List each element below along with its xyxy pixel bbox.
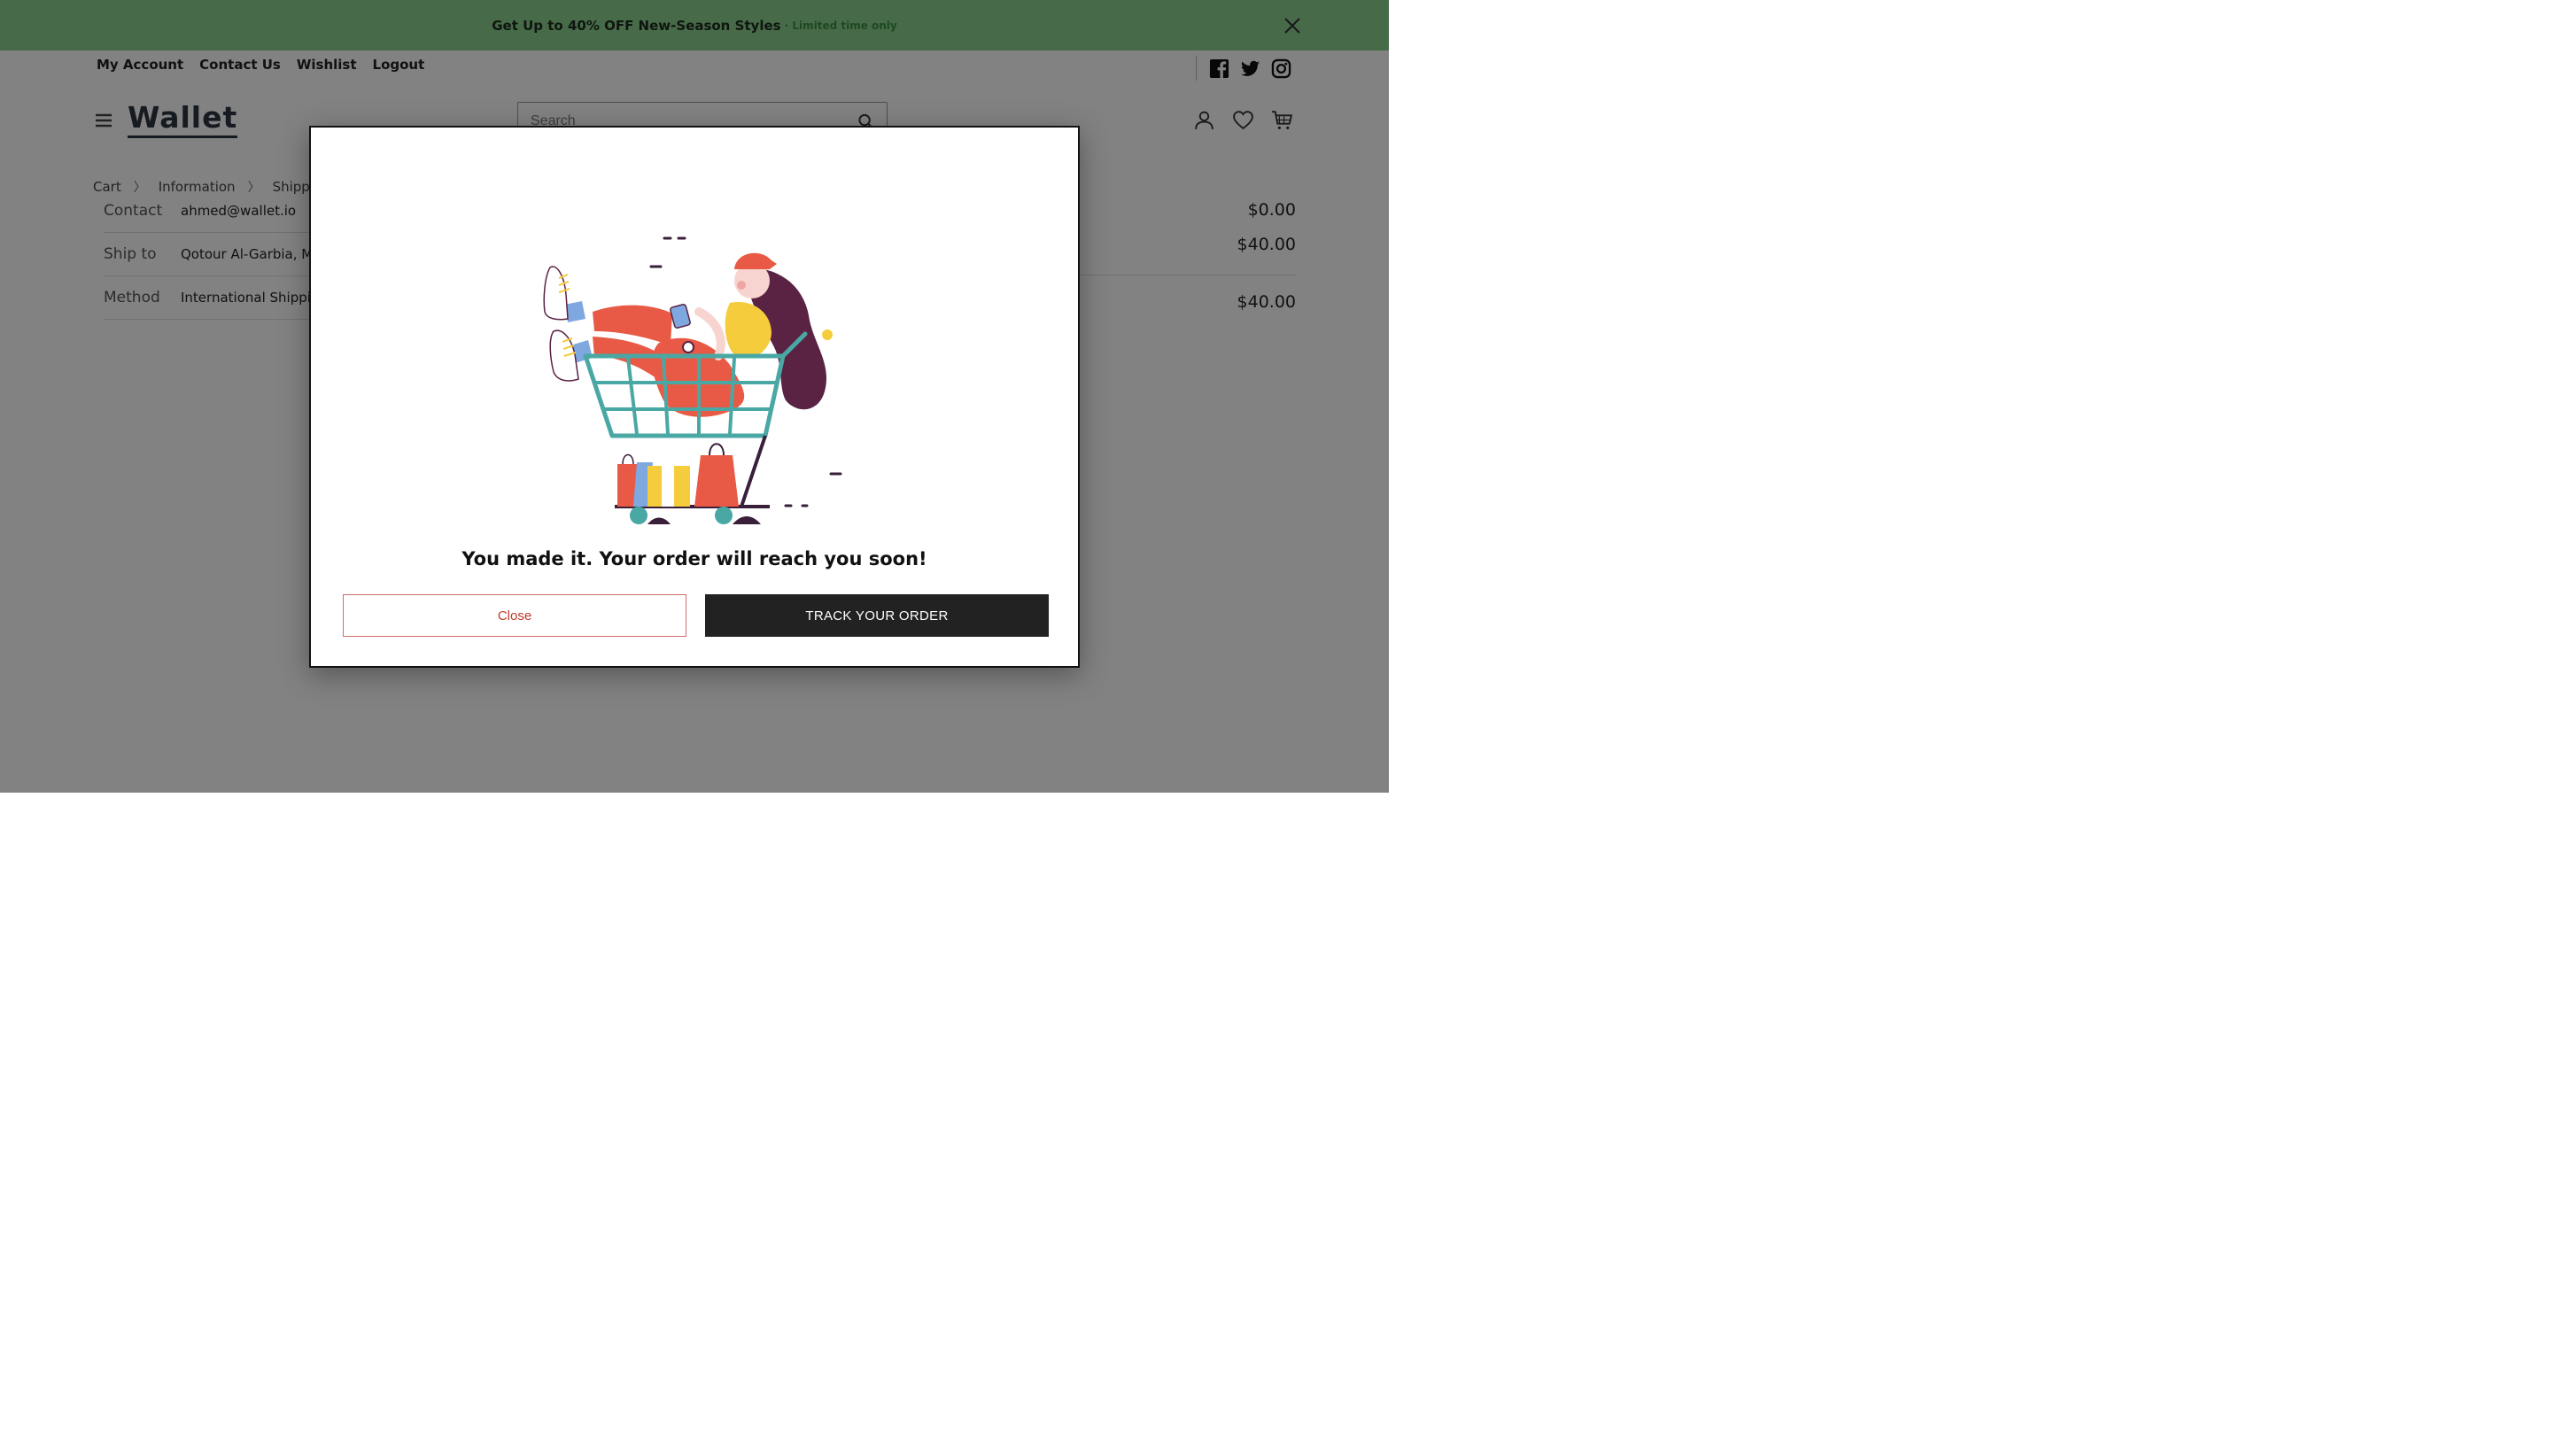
success-message: You made it. Your order will reach you s…	[461, 548, 927, 569]
close-button[interactable]: Close	[343, 594, 686, 637]
track-order-button[interactable]: TRACK YOUR ORDER	[705, 594, 1049, 637]
order-success-modal: You made it. Your order will reach you s…	[309, 126, 1080, 668]
shopping-cart-illustration	[543, 236, 842, 524]
checkout-page: Get Up to 40% OFF New-Season Styles · Li…	[0, 0, 1389, 793]
